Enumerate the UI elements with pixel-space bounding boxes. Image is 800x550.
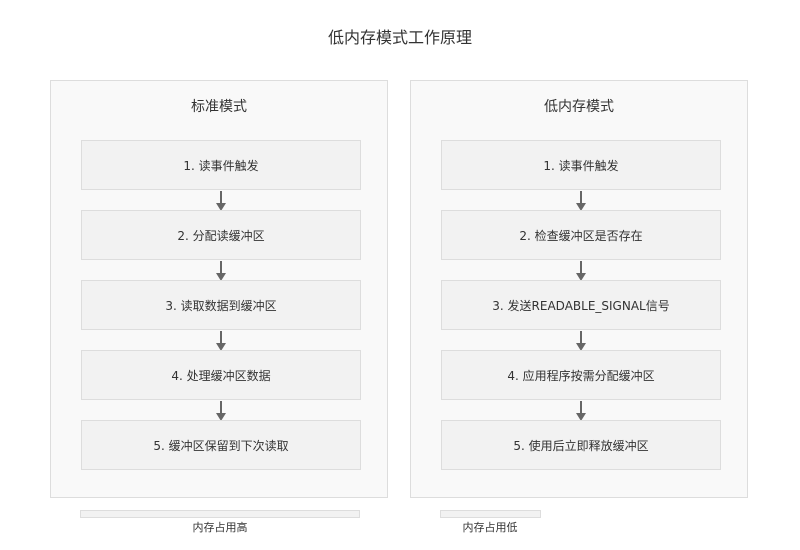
memory-usage-label-high: 内存占用高 bbox=[192, 521, 248, 534]
memory-usage-bar-high bbox=[80, 510, 360, 518]
step-2: 2. 检查缓冲区是否存在 bbox=[441, 210, 721, 260]
step-3: 3. 读取数据到缓冲区 bbox=[81, 280, 361, 330]
step-4: 4. 处理缓冲区数据 bbox=[81, 350, 361, 400]
panel-title: 低内存模式 bbox=[544, 99, 614, 115]
panel-title: 标准模式 bbox=[191, 99, 247, 115]
arrow-down bbox=[216, 401, 226, 421]
panel-standard-mode: 标准模式 1. 读事件触发 2. 分配读缓冲区 3. 读取数据到缓冲区 4. 处… bbox=[50, 80, 388, 498]
step-3: 3. 发送READABLE_SIGNAL信号 bbox=[441, 280, 721, 330]
arrow-down bbox=[216, 191, 226, 211]
arrow-down bbox=[576, 331, 586, 351]
step-5: 5. 使用后立即释放缓冲区 bbox=[441, 420, 721, 470]
step-5: 5. 缓冲区保留到下次读取 bbox=[81, 420, 361, 470]
step-1: 1. 读事件触发 bbox=[441, 140, 721, 190]
step-1: 1. 读事件触发 bbox=[81, 140, 361, 190]
step-4: 4. 应用程序按需分配缓冲区 bbox=[441, 350, 721, 400]
arrow-down bbox=[576, 191, 586, 211]
arrow-down bbox=[216, 261, 226, 281]
arrow-down bbox=[576, 401, 586, 421]
memory-usage-label-low: 内存占用低 bbox=[462, 521, 518, 534]
step-2: 2. 分配读缓冲区 bbox=[81, 210, 361, 260]
arrow-down bbox=[576, 261, 586, 281]
diagram-title: 低内存模式工作原理 bbox=[327, 28, 472, 47]
panel-low-memory-mode: 低内存模式 1. 读事件触发 2. 检查缓冲区是否存在 3. 发送READABL… bbox=[410, 80, 748, 498]
arrow-down bbox=[216, 331, 226, 351]
memory-usage-bar-low bbox=[440, 510, 541, 518]
